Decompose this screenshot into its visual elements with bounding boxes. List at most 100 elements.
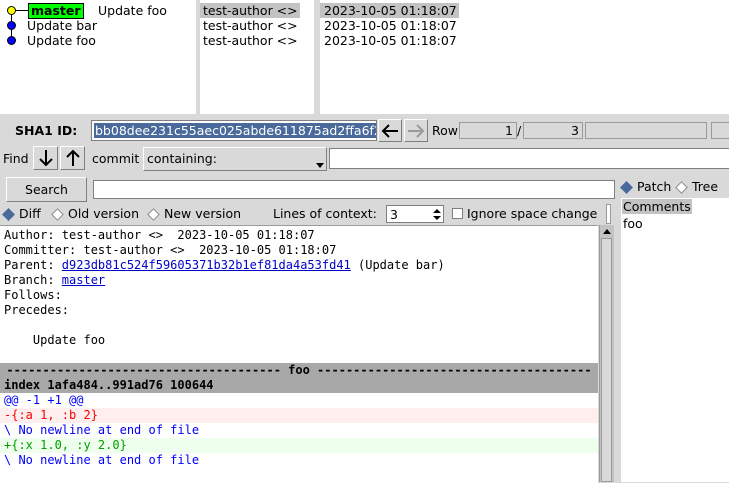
diff-file-header: -------------------------------------- f… [0,363,598,378]
commit-author-pane[interactable]: test-author <> test-author <> test-autho… [200,0,314,114]
find-mode-value: containing: [147,151,217,166]
diff-text-area[interactable]: Author: test-author <> 2023-10-05 01:18:… [0,225,598,483]
row-current-field: 1 [459,122,517,139]
old-version-label: Old version [68,206,140,221]
graph-node-head [7,6,16,15]
commit-message: Update bar [27,18,97,33]
find-type-label: commit [92,151,140,166]
diff-radio[interactable]: Diff [2,206,41,221]
commit-date-pane[interactable]: 2023-10-05 01:18:07 2023-10-05 01:18:07 … [320,0,729,114]
radio-selected-icon [2,208,15,221]
diff-no-newline: \ No newline at end of file [4,453,200,467]
spin-down-icon[interactable] [433,216,441,220]
file-list-item[interactable]: foo [623,216,643,231]
progress-bar-2 [711,122,729,139]
commit-date[interactable]: 2023-10-05 01:18:07 [320,3,459,18]
search-button[interactable]: Search [6,177,87,202]
graph-branch-connector [16,10,28,11]
parent-line: Parent: d923db81c524f59605371b32b1ef81da… [4,258,467,273]
branch-tag[interactable]: master [28,3,84,19]
arrow-down-icon [38,150,53,167]
diff-removed-line: -{:a 1, :b 2} [0,408,598,423]
arrow-left-icon [381,123,398,138]
row-total: 3 [571,123,579,138]
progress-bar [585,122,707,139]
author-text: test-author <> [203,18,298,33]
find-up-button[interactable] [60,146,85,170]
commit-date[interactable]: 2023-10-05 01:18:07 [324,33,457,48]
new-version-radio[interactable]: New version [147,206,242,221]
tree-radio[interactable]: Tree [675,179,719,194]
find-mode-select[interactable]: containing: [143,147,327,171]
row-total-field: 3 [523,122,583,139]
file-list-header[interactable]: Comments [622,199,692,214]
commit-row[interactable]: Update bar [27,18,97,33]
scrollbar-thumb[interactable] [601,238,612,482]
graph-node [7,36,16,45]
commit-date[interactable]: 2023-10-05 01:18:07 [324,18,457,33]
new-version-label: New version [164,206,242,221]
diff-hunk-header: @@ -1 +1 @@ [4,393,84,407]
arrow-up-icon [65,149,80,166]
search-button-label: Search [25,182,68,197]
radio-icon [675,181,688,194]
context-value: 3 [390,207,398,222]
dropdown-arrow-icon [316,163,324,168]
diff-index-line: index 1afa484..991ad76 100644 [0,378,598,393]
forward-button[interactable] [404,119,428,142]
scroll-up-icon[interactable] [603,229,611,234]
arrow-right-icon [408,123,425,138]
graph-node [7,21,16,30]
commit-author[interactable]: test-author <> [203,33,298,48]
commit-row[interactable]: Update foo [27,33,96,48]
tree-label: Tree [692,179,719,194]
parent-label: Parent: [4,258,62,272]
author-line: Author: test-author <> 2023-10-05 01:18:… [4,228,315,242]
row-separator: / [517,123,522,138]
date-text: 2023-10-05 01:18:07 [324,18,457,33]
search-input[interactable] [93,180,615,199]
branch-link[interactable]: master [62,273,105,287]
spin-up-icon[interactable] [433,209,441,213]
comments-label: Comments [623,199,691,214]
diff-scrollbar[interactable] [599,225,614,482]
branch-label: Branch: [4,273,62,287]
commit-row[interactable]: Update foo [96,3,169,18]
old-version-radio[interactable]: Old version [51,206,140,221]
ignore-space-checkbox[interactable] [452,208,463,219]
sha1-label: SHA1 ID: [15,123,78,138]
parent-message: (Update bar) [350,258,445,272]
ignore-space-label: Ignore space change [467,206,598,221]
find-down-button[interactable] [33,146,58,170]
date-text: 2023-10-05 01:18:07 [324,3,457,18]
precedes-line: Precedes: [4,303,70,317]
commit-message-pane[interactable]: master Update foo Update bar Update foo [0,0,196,114]
date-text: 2023-10-05 01:18:07 [324,33,457,48]
commit-author[interactable]: test-author <> [200,3,300,18]
context-label: Lines of context: [273,206,377,221]
branch-line: Branch: master [4,273,467,288]
author-text: test-author <> [203,33,298,48]
parent-link[interactable]: d923db81c524f59605371b32b1ef81da4a53fd41 [62,258,351,272]
commit-message-body: Update foo [4,333,106,347]
file-list-panel[interactable]: Comments foo [621,198,729,482]
context-spinbox[interactable]: 3 [386,205,444,223]
pane-divider[interactable] [606,204,611,224]
commit-author[interactable]: test-author <> [203,18,298,33]
committer-line: Committer: test-author <> 2023-10-05 01:… [4,243,337,257]
diff-no-newline: \ No newline at end of file [4,423,200,437]
patch-label: Patch [637,179,672,194]
row-label: Row [432,123,458,138]
file-name: foo [623,216,643,231]
radio-selected-icon [620,181,633,194]
branch-tag-label: master [31,3,81,18]
row-current: 1 [505,123,513,138]
author-text: test-author <> [203,3,298,18]
sha1-field[interactable]: bb08dee231c55aec025abde611875ad2ffa6f26d [91,120,377,141]
patch-radio[interactable]: Patch [620,179,672,194]
sha1-value: bb08dee231c55aec025abde611875ad2ffa6f26d [94,123,376,138]
back-button[interactable] [378,119,402,142]
find-input[interactable] [329,148,729,169]
diff-added-line: +{:x 1.0, :y 2.0} [0,438,598,453]
radio-icon [51,208,64,221]
